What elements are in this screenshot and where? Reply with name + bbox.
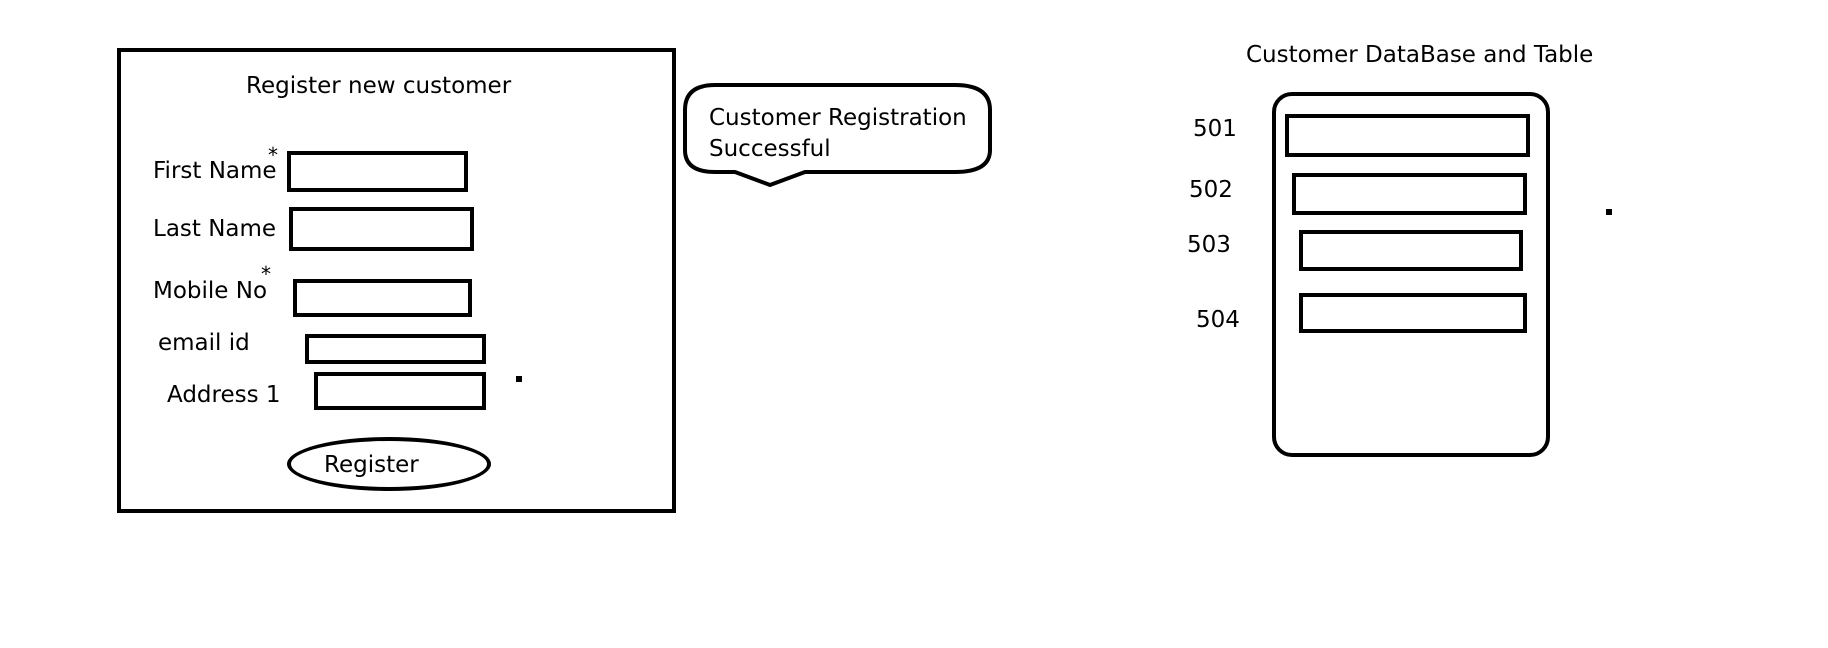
stray-dot-mark xyxy=(1606,209,1612,215)
record-504-row[interactable] xyxy=(1299,293,1527,333)
database-title: Customer DataBase and Table xyxy=(1246,42,1594,68)
record-501-id: 501 xyxy=(1193,116,1237,142)
message-line-1: Customer Registration xyxy=(709,105,967,131)
record-502-row[interactable] xyxy=(1292,173,1527,215)
record-504-id: 504 xyxy=(1196,307,1240,333)
speech-bubble xyxy=(683,83,992,187)
record-502-id: 502 xyxy=(1189,177,1233,203)
record-503-id: 503 xyxy=(1187,232,1231,258)
record-501-row[interactable] xyxy=(1285,114,1530,157)
message-line-2: Successful xyxy=(709,136,831,162)
record-503-row[interactable] xyxy=(1299,230,1523,271)
